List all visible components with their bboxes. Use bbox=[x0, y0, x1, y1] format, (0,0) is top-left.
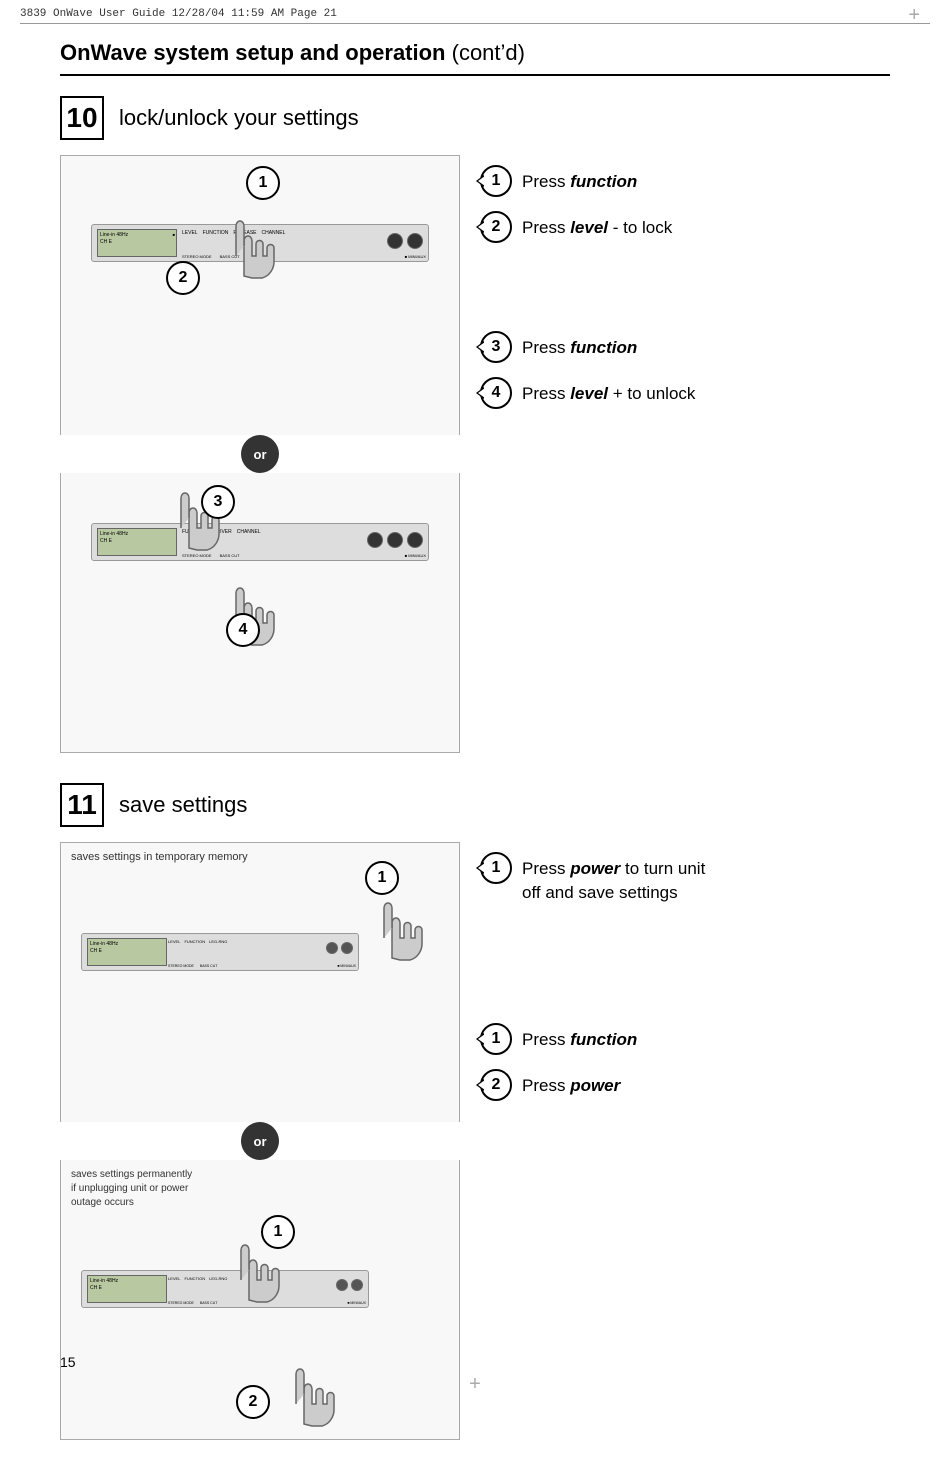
step-circle-4: 4 bbox=[226, 613, 260, 647]
step-circle-1-top: 1 bbox=[246, 166, 280, 200]
section-11-number: 11 bbox=[60, 783, 104, 827]
step-circle-3: 3 bbox=[201, 485, 235, 519]
main-content: OnWave system setup and operation (cont’… bbox=[60, 40, 890, 1470]
spacer-10 bbox=[480, 257, 890, 317]
section-10-header: 10 lock/unlock your settings bbox=[60, 96, 890, 140]
instruction-text-10-2: Press level - to lock bbox=[522, 211, 672, 240]
instruction-text-11-1: Press power to turn unitoff and save set… bbox=[522, 852, 705, 905]
section-11: 11 save settings saves settings in tempo… bbox=[60, 783, 890, 1440]
section-10: 10 lock/unlock your settings 1 2 bbox=[60, 96, 890, 753]
section-11-header: 11 save settings bbox=[60, 783, 890, 827]
section-10-title: lock/unlock your settings bbox=[119, 105, 359, 131]
device-screen-top: Line-in 48HzCH E ■ bbox=[97, 229, 177, 257]
header-text: 3839 OnWave User Guide 12/28/04 11:59 AM… bbox=[20, 8, 337, 20]
section-10-instructions: 1 Press function 2 Press level - to lock… bbox=[480, 155, 890, 409]
device-button-2 bbox=[407, 233, 423, 249]
device-button-3 bbox=[367, 532, 383, 548]
crosshair-bottom-center: + bbox=[469, 1373, 481, 1396]
step-circle-11-1: 1 bbox=[365, 861, 399, 895]
instruction-bubble-10-2: 2 bbox=[480, 211, 512, 243]
hand-icon-11-1 bbox=[359, 893, 429, 963]
device-button-4 bbox=[387, 532, 403, 548]
hand-icon-1 bbox=[206, 206, 286, 286]
section-10-number: 10 bbox=[60, 96, 104, 140]
instruction-bubble-11-2: 1 bbox=[480, 1023, 512, 1055]
instruction-bubble-10-3: 3 bbox=[480, 331, 512, 363]
instruction-10-2: 2 Press level - to lock bbox=[480, 211, 890, 243]
instruction-bubble-11-3: 2 bbox=[480, 1069, 512, 1101]
instruction-11-3: 2 Press power bbox=[480, 1069, 890, 1101]
page-title: OnWave system setup and operation (cont’… bbox=[60, 40, 890, 76]
device-panel-11-top: Line-in 48HzCH E LEVEL FUNCTION LEG-RNG bbox=[81, 933, 359, 971]
instruction-bubble-10-1: 1 bbox=[480, 165, 512, 197]
section-10-device-top: 1 2 Line-in 48HzCH E ■ bbox=[60, 155, 460, 435]
page-title-bold: OnWave system setup and operation bbox=[60, 40, 446, 65]
or-label-11: or bbox=[241, 1122, 279, 1160]
step-circle-11-2: 2 bbox=[236, 1385, 270, 1419]
section-11-instructions: 1 Press power to turn unitoff and save s… bbox=[480, 842, 890, 1101]
device-panel-bottom-top: Line-in 48HzCH E FUNCTION DRIVER CHANNEL bbox=[91, 523, 429, 561]
section-10-or-divider: or bbox=[60, 435, 460, 473]
or-label-10: or bbox=[241, 435, 279, 473]
header-bar: 3839 OnWave User Guide 12/28/04 11:59 AM… bbox=[20, 8, 930, 24]
instruction-10-4: 4 Press level + to unlock bbox=[480, 377, 890, 409]
instruction-10-1: 1 Press function bbox=[480, 165, 890, 197]
section-11-perm-label: saves settings permanentlyif unplugging … bbox=[71, 1168, 192, 1210]
device-button-1 bbox=[387, 233, 403, 249]
instruction-10-3: 3 Press function bbox=[480, 331, 890, 363]
crosshair-top-right: + bbox=[908, 4, 920, 27]
instruction-bubble-11-1: 1 bbox=[480, 852, 512, 884]
page-title-normal: (cont’d) bbox=[446, 40, 525, 65]
instruction-bubble-10-4: 4 bbox=[480, 377, 512, 409]
instruction-text-10-1: Press function bbox=[522, 165, 637, 194]
section-11-title: save settings bbox=[119, 792, 247, 818]
device-buttons-bottom bbox=[367, 532, 423, 548]
section-10-body: 1 2 Line-in 48HzCH E ■ bbox=[60, 155, 890, 753]
hand-icon-11-3 bbox=[271, 1359, 341, 1429]
section-11-or-divider: or bbox=[60, 1122, 460, 1160]
section-11-temp-label: saves settings in temporary memory bbox=[71, 851, 248, 863]
spacer-11 bbox=[480, 919, 890, 1009]
instruction-text-10-3: Press function bbox=[522, 331, 637, 360]
step-circle-2: 2 bbox=[166, 261, 200, 295]
instruction-text-11-2: Press function bbox=[522, 1023, 637, 1052]
section-11-device-top: saves settings in temporary memory 1 Lin… bbox=[60, 842, 460, 1122]
page-number: 15 bbox=[60, 1354, 76, 1370]
device-screen-11-bottom: Line-in 48HzCH E bbox=[87, 1275, 167, 1303]
instruction-11-2: 1 Press function bbox=[480, 1023, 890, 1055]
section-11-device-bottom: saves settings permanentlyif unplugging … bbox=[60, 1160, 460, 1440]
device-buttons-top bbox=[387, 233, 423, 249]
section-11-body: saves settings in temporary memory 1 Lin… bbox=[60, 842, 890, 1440]
step-circle-11-1b: 1 bbox=[261, 1215, 295, 1249]
device-button-5 bbox=[407, 532, 423, 548]
instruction-text-11-3: Press power bbox=[522, 1069, 620, 1098]
instruction-text-10-4: Press level + to unlock bbox=[522, 377, 695, 406]
instruction-11-1: 1 Press power to turn unitoff and save s… bbox=[480, 852, 890, 905]
device-screen-11-top: Line-in 48HzCH E bbox=[87, 938, 167, 966]
section-10-device-bottom: 3 Line-in 48HzCH E FUNCTION DRIVER CHANN… bbox=[60, 473, 460, 753]
